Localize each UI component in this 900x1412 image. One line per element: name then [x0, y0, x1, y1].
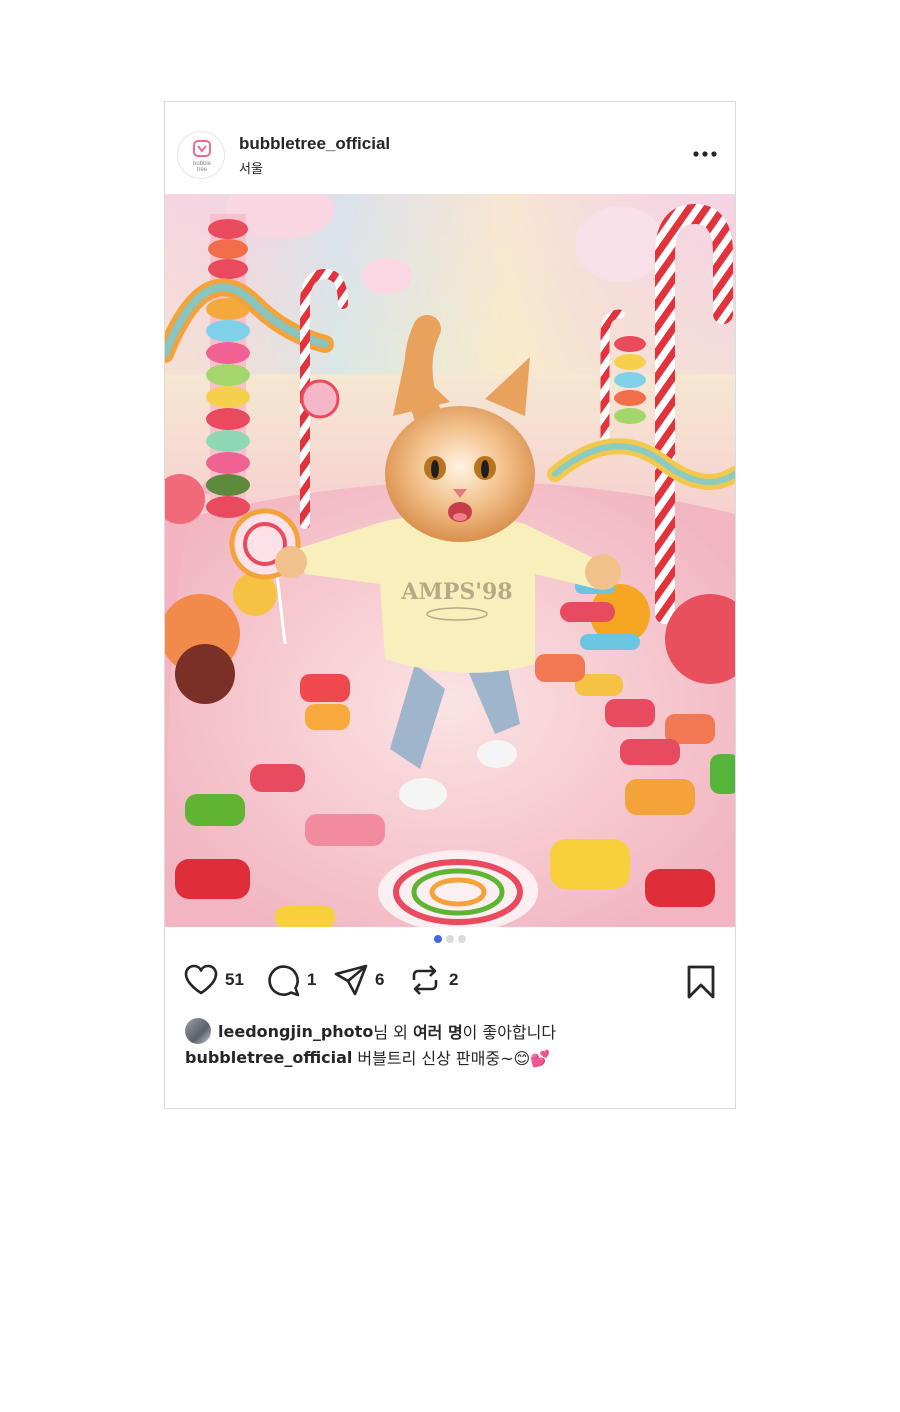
post-card: bubble tree bubbletree_official 서울 AMPS'…	[164, 101, 736, 1109]
carousel-dot-3[interactable]	[458, 935, 466, 943]
carousel-indicator	[165, 935, 735, 945]
caption-author[interactable]: bubbletree_official	[185, 1048, 352, 1067]
more-horizontal-icon	[693, 151, 717, 157]
repost-count: 2	[449, 970, 459, 989]
repost-button[interactable]: 2	[407, 962, 458, 998]
liker-username[interactable]: leedongjin_photo	[218, 1022, 373, 1041]
repost-icon	[412, 965, 438, 995]
post-location[interactable]: 서울	[239, 158, 263, 177]
likes-summary: leedongjin_photo 님 외 여러 명 이 좋아합니다	[185, 1018, 556, 1044]
sweatshirt-text: AMPS'98	[400, 579, 512, 605]
carousel-dot-2[interactable]	[446, 935, 454, 943]
post-username[interactable]: bubbletree_official	[239, 134, 390, 154]
bubbletree-logo: bubble tree	[193, 140, 212, 173]
more-options-button[interactable]	[689, 142, 721, 166]
liker-avatar[interactable]	[185, 1018, 211, 1044]
share-button[interactable]: 6	[333, 962, 384, 998]
heart-icon	[184, 964, 218, 995]
save-button[interactable]	[685, 964, 717, 1005]
bookmark-icon	[687, 965, 715, 999]
likes-text-middle: 님 외	[373, 1023, 413, 1042]
post-header: bubble tree bubbletree_official 서울	[165, 102, 735, 194]
comment-button[interactable]: 1	[265, 962, 316, 998]
profile-avatar[interactable]: bubble tree	[177, 131, 225, 179]
send-icon	[334, 964, 368, 996]
caption-text: 버블트리 신상 판매중~😊💕	[357, 1049, 551, 1068]
comment-count: 1	[307, 970, 317, 989]
like-button[interactable]: 51	[183, 962, 244, 998]
likes-others-link[interactable]: 여러 명	[413, 1019, 463, 1043]
post-caption: bubbletree_official 버블트리 신상 판매중~😊💕	[185, 1044, 550, 1070]
comment-icon	[268, 965, 300, 997]
post-image-illustration: AMPS'98	[165, 194, 735, 927]
post-image[interactable]: AMPS'98	[165, 194, 735, 927]
share-count: 6	[375, 970, 385, 989]
action-bar: 51 1 6 2	[165, 958, 735, 1004]
likes-text-end: 이 좋아합니다	[462, 1023, 557, 1042]
svg-text:tree: tree	[197, 167, 208, 173]
like-count: 51	[225, 970, 244, 989]
carousel-dot-1[interactable]	[434, 935, 442, 943]
